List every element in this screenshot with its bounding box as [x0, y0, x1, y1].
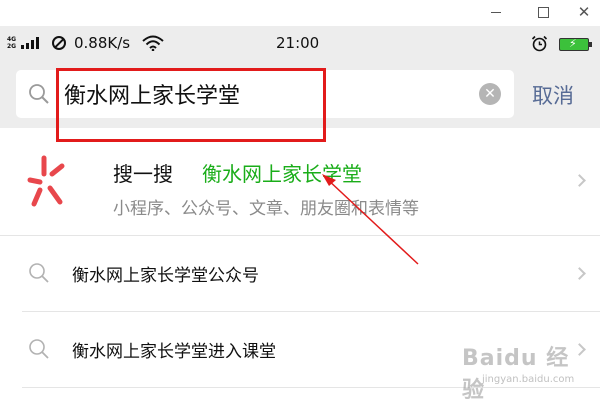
suggestion-text: 衡水网上家长学堂公众号: [72, 266, 259, 286]
clear-input-icon[interactable]: ✕: [479, 83, 501, 105]
status-time: 21:00: [276, 34, 320, 52]
suggestion-text: 衡水网上家长学堂进入课堂: [72, 342, 276, 362]
sousuo-result[interactable]: 搜一搜 衡水网上家长学堂 小程序、公众号、文章、朋友圈和表情等: [0, 128, 600, 236]
wifi-icon: [142, 35, 164, 51]
maximize-button[interactable]: [533, 2, 553, 22]
watermark-url: jingyan.baidu.com: [482, 374, 575, 385]
chevron-right-icon: [573, 267, 586, 280]
cancel-button[interactable]: 取消: [532, 80, 574, 110]
status-bar: 4G 2G 0.88K/s 21:00 ⚡: [0, 26, 600, 60]
highlight-rectangle: [56, 68, 326, 142]
network-type-indicator: 4G 2G: [7, 36, 19, 50]
window-titlebar: ✕: [0, 0, 600, 26]
suggestion-row[interactable]: 衡水网上家长学堂公众号: [0, 236, 600, 312]
sousuo-logo-icon: [27, 155, 65, 207]
chevron-right-icon: [573, 174, 586, 187]
search-icon: [29, 263, 49, 283]
close-window-button[interactable]: ✕: [574, 2, 594, 22]
signal-bars-icon: [21, 37, 43, 49]
sousuo-query: 衡水网上家长学堂: [202, 162, 362, 186]
network-speed: 0.88K/s: [74, 34, 131, 52]
charging-bolt-icon: ⚡: [569, 37, 577, 50]
baidu-watermark: Baidu 经验 jingyan.baidu.com: [462, 336, 590, 400]
watermark-text: Baidu 经验: [462, 346, 570, 400]
search-icon: [29, 84, 49, 104]
alarm-icon: [531, 35, 548, 52]
block-icon: [52, 36, 66, 50]
battery-icon: ⚡: [559, 37, 592, 51]
minimize-button[interactable]: [486, 2, 506, 22]
network-type-bottom: 2G: [7, 43, 17, 50]
sousuo-subtitle: 小程序、公众号、文章、朋友圈和表情等: [113, 199, 419, 219]
sousuo-label: 搜一搜: [113, 162, 173, 186]
network-type-top: 4G: [7, 36, 17, 43]
search-icon: [29, 339, 49, 359]
